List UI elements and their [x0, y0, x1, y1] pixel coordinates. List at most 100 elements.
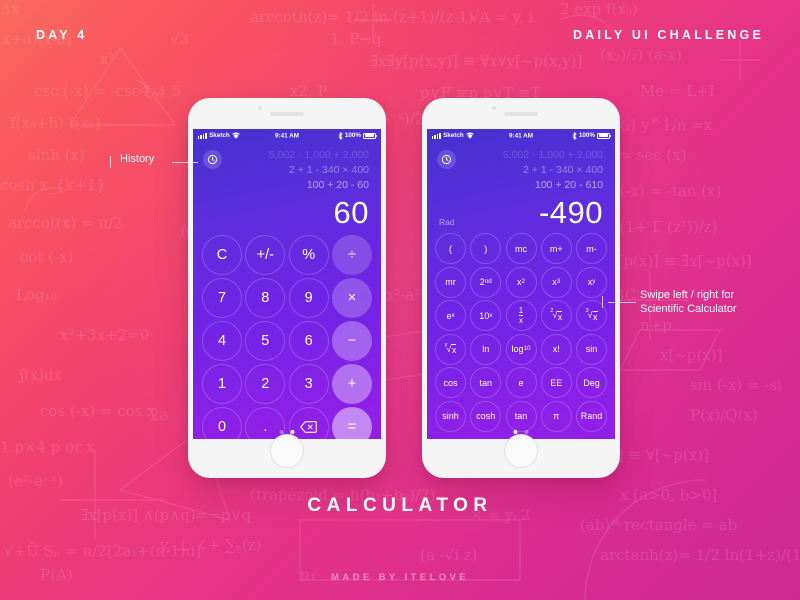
- key-reciprocal[interactable]: 1x: [505, 300, 537, 331]
- front-camera-icon: [492, 106, 496, 110]
- key-x-cubed[interactable]: x3: [540, 266, 572, 298]
- key-exponent-entry[interactable]: EE: [540, 367, 572, 398]
- svg-text:2a: 2a: [150, 406, 169, 424]
- keypad-row: mr 2nd x 2 x 3 x y: [435, 266, 607, 298]
- key-backspace-icon[interactable]: [288, 407, 329, 439]
- key-hyperbolic-sine[interactable]: sinh: [435, 400, 466, 432]
- key-hyperbolic-cosine[interactable]: cosh: [470, 400, 502, 432]
- result-value: -490: [538, 195, 603, 230]
- key-log-base-10[interactable]: log 10: [505, 333, 537, 365]
- key-degree-mode[interactable]: Deg: [576, 367, 607, 398]
- key-digit-8[interactable]: 8: [245, 278, 286, 318]
- key-euler-number[interactable]: e: [505, 367, 537, 398]
- key-natural-log[interactable]: ln: [470, 333, 502, 365]
- key-memory-clear[interactable]: mc: [505, 233, 537, 264]
- svg-text:x²: x²: [100, 50, 114, 68]
- annotation-history-tick: [110, 156, 111, 168]
- keypad-row: yxlnlog10x!sin: [435, 333, 607, 365]
- svg-text:f(x₀+h)-f(x₀): f(x₀+h)-f(x₀): [10, 114, 101, 132]
- key-add[interactable]: +: [331, 364, 372, 404]
- key-digit-6[interactable]: 6: [288, 321, 329, 361]
- key-divide[interactable]: ÷: [331, 235, 372, 275]
- keypad-row: 7 8 9 ×: [202, 278, 372, 318]
- earpiece-speaker: [270, 112, 304, 116]
- svg-text:(x₂)/₂) (a-x): (x₂)/₂) (a-x): [600, 46, 682, 64]
- bluetooth-icon: [338, 131, 343, 140]
- svg-text:Log₁₀: Log₁₀: [16, 286, 57, 304]
- svg-text:(ab)ᵐ rectangle = ab: (ab)ᵐ rectangle = ab: [580, 516, 737, 534]
- page-dot-2[interactable]: [290, 430, 295, 434]
- screen-scientific: Sketch 9:41 AM 100% 5,002 - 1,000 + 2,00…: [427, 129, 615, 439]
- key-nth-root[interactable]: yx: [435, 333, 466, 365]
- key-x-power-y[interactable]: xy: [576, 266, 607, 298]
- svg-text:√+Ū Sₙ = π/2[2a₁+(n-1)d]: √+Ū Sₙ = π/2[2a₁+(n-1)d]: [4, 542, 201, 560]
- battery-icon: [597, 132, 612, 139]
- key-digit-1[interactable]: 1: [202, 364, 242, 404]
- front-camera-icon: [258, 106, 262, 110]
- angle-mode-label: Rad: [439, 217, 455, 227]
- display-basic: 5,002 - 1,000 + 2,000 2 + 1 - 340 × 400 …: [193, 142, 381, 231]
- home-button[interactable]: [270, 434, 304, 468]
- keypad-row: sinh cosh tan π Rand: [435, 400, 607, 432]
- keypad-row: 1 2 3 +: [202, 364, 372, 404]
- key-digit-5[interactable]: 5: [245, 321, 286, 361]
- annotation-swipe-line2: Scientific Calculator: [640, 303, 737, 315]
- keypad-row: ex10x1x2x3x: [435, 300, 607, 331]
- annotation-history-leader-line: [172, 162, 198, 163]
- key-memory-add[interactable]: m+: [540, 233, 572, 264]
- key-percent[interactable]: %: [288, 235, 329, 275]
- key-equals[interactable]: =: [331, 407, 372, 439]
- home-button[interactable]: [504, 434, 538, 468]
- page-dot-2[interactable]: [524, 430, 529, 434]
- key-hyperbolic-tangent[interactable]: tan: [505, 400, 537, 432]
- credit-label: MADE BY ITELOVE: [331, 572, 469, 583]
- key-square-root[interactable]: 2x: [540, 300, 572, 331]
- phone-basic-calculator: Sketch 9:41 AM 100% 5,002 - 1,000 + 2,00…: [188, 98, 386, 478]
- svg-text:arccot(x) = π/2: arccot(x) = π/2: [8, 214, 123, 232]
- key-subtract[interactable]: −: [331, 321, 372, 361]
- key-memory-recall[interactable]: mr: [435, 266, 466, 298]
- svg-text:P(x)/Q(x): P(x)/Q(x): [690, 406, 758, 424]
- key-factorial[interactable]: x!: [540, 333, 572, 365]
- key-digit-9[interactable]: 9: [288, 278, 329, 318]
- key-random-number[interactable]: Rand: [576, 400, 607, 432]
- key-decimal-point[interactable]: .: [245, 407, 286, 439]
- screen-basic: Sketch 9:41 AM 100% 5,002 - 1,000 + 2,00…: [193, 129, 381, 439]
- svg-text:ʃ(x)dx: ʃ(x)dx: [18, 366, 63, 384]
- svg-text:2 exp f(x₀): 2 exp f(x₀): [560, 0, 638, 18]
- key-tangent[interactable]: tan: [470, 367, 502, 398]
- key-paren-close[interactable]: ): [470, 233, 502, 264]
- header-day-label: DAY 4: [36, 28, 88, 42]
- key-digit-3[interactable]: 3: [288, 364, 329, 404]
- key-ten-power-x[interactable]: 10 x: [470, 300, 502, 331]
- key-memory-subtract[interactable]: m-: [576, 233, 607, 264]
- status-bar: Sketch 9:41 AM 100%: [427, 129, 615, 142]
- key-digit-4[interactable]: 4: [202, 321, 242, 361]
- svg-text:Me = L+I: Me = L+I: [640, 82, 715, 100]
- key-digit-0[interactable]: 0: [202, 407, 242, 439]
- key-digit-7[interactable]: 7: [202, 278, 242, 318]
- keypad-scientific: ()mcm+m-mr2ndx2x3xyex10x1x2x3xyxlnlog10x…: [427, 233, 615, 432]
- page-title: CALCULATOR: [307, 495, 493, 516]
- key-multiply[interactable]: ×: [331, 278, 372, 318]
- key-cosine[interactable]: cos: [435, 367, 466, 398]
- key-sign-toggle[interactable]: +/-: [245, 235, 286, 275]
- key-second-function[interactable]: 2nd: [470, 266, 502, 298]
- key-paren-open[interactable]: (: [435, 233, 466, 264]
- svg-text:(e²-e⁻ˣ): (e²-e⁻ˣ): [8, 472, 63, 490]
- key-pi-constant[interactable]: π: [540, 400, 572, 432]
- signal-bars-icon: [198, 132, 207, 139]
- key-e-power-x[interactable]: ex: [435, 300, 466, 331]
- wifi-icon: [232, 132, 241, 139]
- key-digit-2[interactable]: 2: [245, 364, 286, 404]
- svg-text:(x²-a²): (x²-a²): [380, 286, 426, 304]
- backspace-icon: [300, 421, 317, 433]
- svg-text:Δx: Δx: [0, 0, 20, 18]
- svg-text:1.p×4 p or x: 1.p×4 p or x: [0, 438, 95, 456]
- key-sine[interactable]: sin: [576, 333, 607, 365]
- key-clear[interactable]: C: [202, 235, 242, 275]
- history-expressions: 5,002 - 1,000 + 2,000 2 + 1 - 340 × 400 …: [439, 148, 603, 193]
- signal-bars-icon: [432, 132, 441, 139]
- key-x-squared[interactable]: x2: [505, 266, 537, 298]
- history-line-3: 100 + 20 - 610: [534, 179, 603, 191]
